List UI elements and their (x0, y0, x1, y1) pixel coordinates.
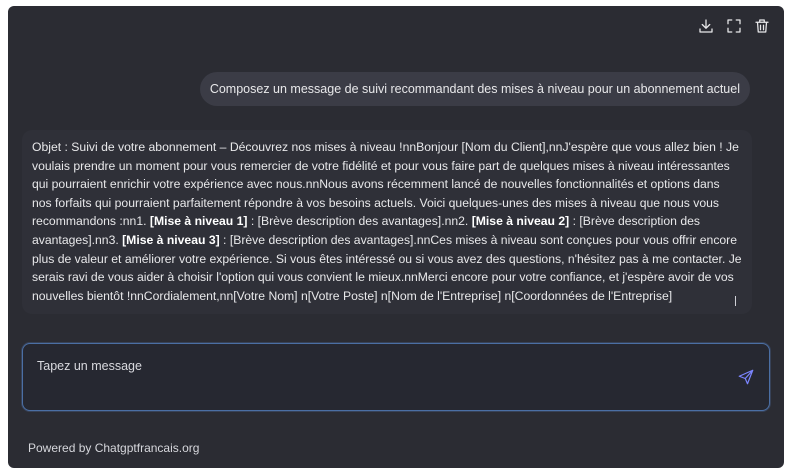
assistant-text-part2: : [Brève description des avantages].nn2. (247, 214, 472, 229)
trash-icon (755, 19, 769, 33)
send-icon (738, 369, 754, 385)
typing-cursor (735, 296, 736, 306)
delete-button[interactable] (752, 16, 772, 36)
assistant-bold-upgrade-2: [Mise à niveau 2] (471, 214, 570, 229)
assistant-bold-upgrade-3: [Mise à niveau 3] (122, 232, 220, 247)
user-message: Composez un message de suivi recommandan… (199, 72, 750, 106)
assistant-bold-upgrade-1: [Mise à niveau 1] (149, 214, 248, 229)
user-message-text: Composez un message de suivi recommandan… (209, 82, 740, 96)
download-icon (699, 19, 713, 33)
send-button[interactable] (735, 366, 757, 388)
message-composer (22, 343, 770, 411)
chat-window: Composez un message de suivi recommandan… (8, 6, 784, 468)
powered-by-footer: Powered by Chatgptfrancais.org (28, 441, 200, 455)
chat-toolbar (696, 16, 772, 36)
fullscreen-button[interactable] (724, 16, 744, 36)
download-button[interactable] (696, 16, 716, 36)
message-input[interactable] (35, 358, 719, 374)
assistant-message: Objet : Suivi de votre abonnement – Déco… (22, 130, 752, 314)
fullscreen-icon (727, 19, 741, 33)
